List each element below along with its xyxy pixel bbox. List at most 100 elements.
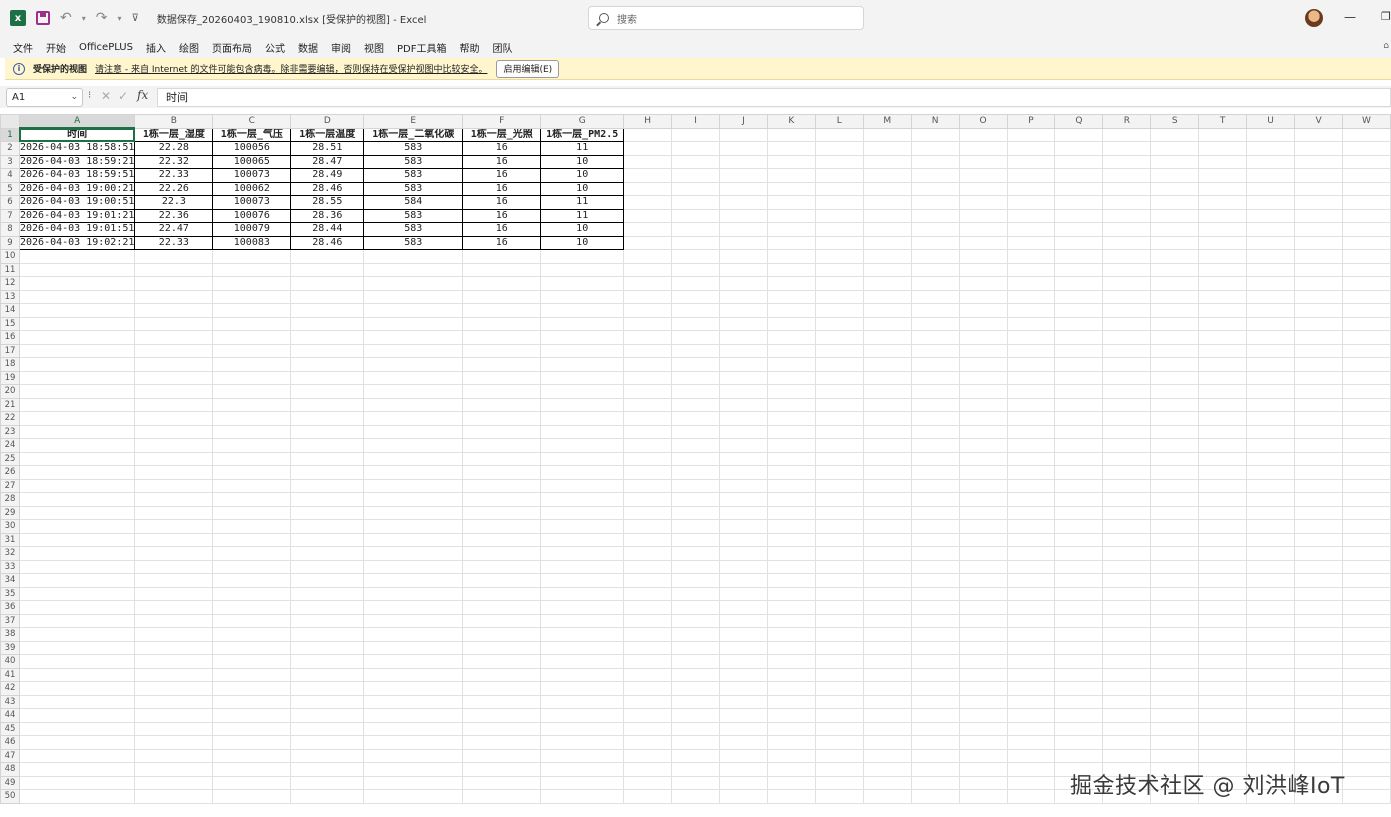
column-header[interactable]: R [1102,114,1152,129]
cell[interactable] [363,573,464,588]
cell[interactable] [1150,492,1200,507]
column-header[interactable]: G [540,114,625,129]
cell[interactable] [671,546,721,561]
cell[interactable] [540,573,625,588]
cell[interactable] [290,762,365,777]
cell[interactable] [1341,370,1391,385]
cell[interactable] [671,411,721,426]
cell[interactable] [540,519,625,534]
cell[interactable] [958,316,1008,331]
cell[interactable] [671,789,721,804]
cell[interactable] [462,586,542,601]
cell[interactable] [1054,141,1104,156]
cell[interactable] [814,694,864,709]
cell[interactable] [18,262,136,277]
cell[interactable] [910,330,960,345]
cell[interactable] [290,600,365,615]
cell[interactable] [814,195,864,210]
cell[interactable] [134,573,214,588]
cell[interactable] [862,640,912,655]
cell[interactable] [766,532,816,547]
cell[interactable] [1054,681,1104,696]
cell[interactable] [1341,519,1391,534]
cell[interactable] [958,721,1008,736]
cell[interactable] [134,532,214,547]
cell[interactable] [958,667,1008,682]
cell[interactable] [363,775,464,790]
data-cell[interactable]: 100073 [212,195,292,210]
cell[interactable] [1102,222,1152,237]
cell[interactable] [18,640,136,655]
cell[interactable] [671,735,721,750]
cell[interactable] [623,532,673,547]
cell[interactable] [814,775,864,790]
cell[interactable] [958,235,1008,250]
cell[interactable] [134,789,214,804]
row-header[interactable]: 18 [0,357,20,372]
cell[interactable] [1006,573,1056,588]
cell[interactable] [290,708,365,723]
cell[interactable] [719,222,768,237]
cell[interactable] [1102,559,1152,574]
cell[interactable] [766,627,816,642]
cell[interactable] [1006,249,1056,264]
cell[interactable] [212,600,292,615]
cell[interactable] [212,492,292,507]
cell[interactable] [719,681,768,696]
cell[interactable] [814,438,864,453]
cell[interactable] [766,411,816,426]
cell[interactable] [1294,478,1343,493]
cell[interactable] [623,235,673,250]
cell[interactable] [910,532,960,547]
row-header[interactable]: 17 [0,343,20,358]
cell[interactable] [910,519,960,534]
cell[interactable] [462,775,542,790]
cell[interactable] [1006,762,1056,777]
cell[interactable] [18,303,136,318]
cell[interactable] [1150,208,1200,223]
cell[interactable] [1246,681,1296,696]
cell[interactable] [910,181,960,196]
cell[interactable] [958,303,1008,318]
cell[interactable] [212,397,292,412]
cell[interactable] [18,357,136,372]
cell[interactable] [1246,694,1296,709]
cell[interactable] [623,775,673,790]
cell[interactable] [719,141,768,156]
cell[interactable] [671,195,721,210]
cell[interactable] [814,208,864,223]
minimize-icon[interactable]: — [1344,10,1356,24]
cell[interactable] [862,586,912,601]
cell[interactable] [212,384,292,399]
cell[interactable] [1102,546,1152,561]
cell[interactable] [958,478,1008,493]
cell[interactable] [814,681,864,696]
cell[interactable] [671,640,721,655]
cell[interactable] [814,586,864,601]
cell[interactable] [862,505,912,520]
cell[interactable] [212,478,292,493]
cell[interactable] [910,127,960,142]
cell[interactable] [719,613,768,628]
cell[interactable] [462,735,542,750]
cell[interactable] [671,370,721,385]
cell[interactable] [134,694,214,709]
cell[interactable] [671,573,721,588]
cell[interactable] [623,748,673,763]
cell[interactable] [134,370,214,385]
cell[interactable] [862,708,912,723]
cell[interactable] [623,586,673,601]
cell[interactable] [1102,694,1152,709]
cell[interactable] [766,478,816,493]
cell[interactable] [719,640,768,655]
cell[interactable] [766,775,816,790]
column-header[interactable]: F [462,114,542,129]
cell[interactable] [623,627,673,642]
cell[interactable] [623,681,673,696]
row-header[interactable]: 28 [0,492,20,507]
cell[interactable] [363,411,464,426]
cell[interactable] [290,546,365,561]
data-cell[interactable]: 28.46 [290,235,365,250]
cell[interactable] [814,181,864,196]
column-header[interactable]: I [671,114,721,129]
